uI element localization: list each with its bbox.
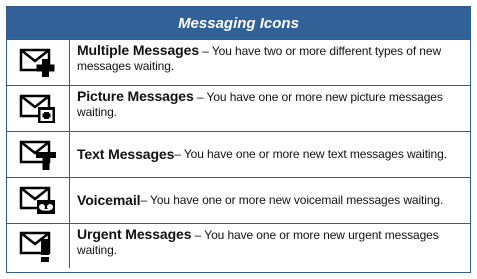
envelope-plus-icon (19, 46, 57, 80)
table-row: Voicemail – You have one or more new voi… (7, 178, 470, 224)
row-title: Text Messages (77, 146, 175, 162)
row-text: Multiple Messages – You have two or more… (70, 40, 470, 85)
row-title: Voicemail (77, 192, 141, 208)
icon-cell (7, 178, 70, 223)
icon-cell (7, 86, 70, 131)
envelope-voicemail-icon (19, 184, 57, 218)
row-text: Voicemail – You have one or more new voi… (70, 178, 470, 223)
icon-cell (7, 40, 70, 85)
envelope-urgent-icon (19, 229, 57, 263)
row-description: – You have one or more new text messages… (174, 147, 447, 161)
icon-cell (7, 224, 70, 268)
table-row: Picture Messages – You have one or more … (7, 86, 470, 132)
row-title: Urgent Messages (77, 226, 192, 242)
row-text: Urgent Messages – You have one or more n… (70, 224, 470, 268)
row-text: Text Messages – You have one or more new… (70, 132, 470, 177)
table-row: Multiple Messages – You have two or more… (7, 40, 470, 86)
table-row: Urgent Messages – You have one or more n… (7, 224, 470, 268)
messaging-icons-table: Messaging Icons Multiple Messages – You … (6, 6, 471, 273)
icon-cell (7, 132, 70, 177)
row-text: Picture Messages – You have one or more … (70, 86, 470, 131)
row-title: Multiple Messages (77, 42, 200, 58)
row-title: Picture Messages (77, 88, 194, 104)
table-row: Text Messages – You have one or more new… (7, 132, 470, 178)
envelope-text-icon (19, 138, 57, 172)
envelope-picture-icon (19, 92, 57, 126)
table-title: Messaging Icons (7, 7, 470, 40)
row-description: – You have one or more new voicemail mes… (140, 193, 444, 207)
